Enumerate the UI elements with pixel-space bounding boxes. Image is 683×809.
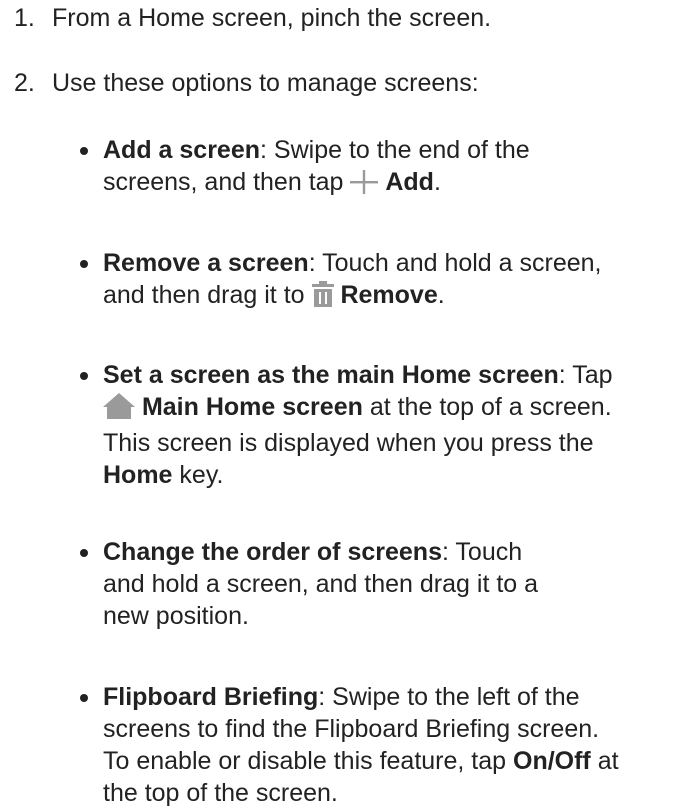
- home-icon: [103, 393, 135, 427]
- bullet-dot: [80, 147, 88, 155]
- bullet-dot: [80, 694, 88, 702]
- option-desc: at: [590, 747, 619, 775]
- option-desc: screens to find the Flipboard Briefing s…: [103, 715, 600, 743]
- bullet-dot: [80, 260, 88, 268]
- option-desc: at the top of a screen.: [362, 393, 612, 421]
- option-desc: : Swipe to the end of the: [260, 136, 530, 164]
- option-title: Set a screen as the main Home screen: [103, 361, 559, 389]
- step-2: 2. Use these options to manage screens:: [14, 67, 479, 99]
- option-desc: : Tap: [558, 361, 613, 389]
- step-text: Use these options to manage screens:: [52, 69, 479, 97]
- step-text: From a Home screen, pinch the screen.: [52, 4, 492, 32]
- option-desc: the top of the screen.: [103, 779, 338, 807]
- remove-label: Remove: [340, 281, 438, 309]
- option-desc: To enable or disable this feature, tap: [103, 747, 507, 775]
- option-desc: key.: [172, 461, 224, 489]
- step-number: 2.: [14, 69, 35, 97]
- list-item-add-screen: Add a screen: Swipe to the end of the sc…: [80, 134, 530, 202]
- option-desc: new position.: [103, 602, 249, 630]
- option-title: Change the order of screens: [103, 538, 442, 566]
- trash-icon: [311, 281, 334, 315]
- list-item-main-home-screen: Set a screen as the main Home screen: Ta…: [80, 359, 613, 491]
- on-off-label: On/Off: [513, 747, 591, 775]
- list-item-remove-screen: Remove a screen: Touch and hold a screen…: [80, 247, 602, 315]
- bullet-dot: [80, 372, 88, 380]
- plus-icon: [350, 170, 379, 202]
- option-desc: : Swipe to the left of the: [318, 683, 580, 711]
- option-title: Remove a screen: [103, 249, 309, 277]
- bullet-dot: [80, 549, 88, 557]
- main-home-label: Main Home screen: [141, 393, 363, 421]
- option-desc: and hold a screen, and then drag it to a: [103, 570, 539, 598]
- add-label: Add: [385, 168, 434, 196]
- list-item-flipboard-briefing: Flipboard Briefing: Swipe to the left of…: [80, 681, 619, 809]
- option-title: Add a screen: [103, 136, 261, 164]
- option-desc: screens, and then tap: [103, 168, 344, 196]
- option-desc: : Touch and hold a screen,: [308, 249, 602, 277]
- step-1: 1. From a Home screen, pinch the screen.: [14, 2, 491, 34]
- home-key-label: Home: [103, 461, 173, 489]
- punctuation: .: [433, 168, 441, 196]
- instructions-page: 1. From a Home screen, pinch the screen. …: [0, 0, 683, 807]
- step-number: 1.: [14, 4, 35, 32]
- list-item-change-order: Change the order of screens: Touch and h…: [80, 536, 538, 632]
- option-title: Flipboard Briefing: [103, 683, 319, 711]
- option-desc: This screen is displayed when you press …: [103, 429, 594, 457]
- option-desc: : Touch: [441, 538, 523, 566]
- option-desc: and then drag it to: [103, 281, 305, 309]
- punctuation: .: [437, 281, 445, 309]
